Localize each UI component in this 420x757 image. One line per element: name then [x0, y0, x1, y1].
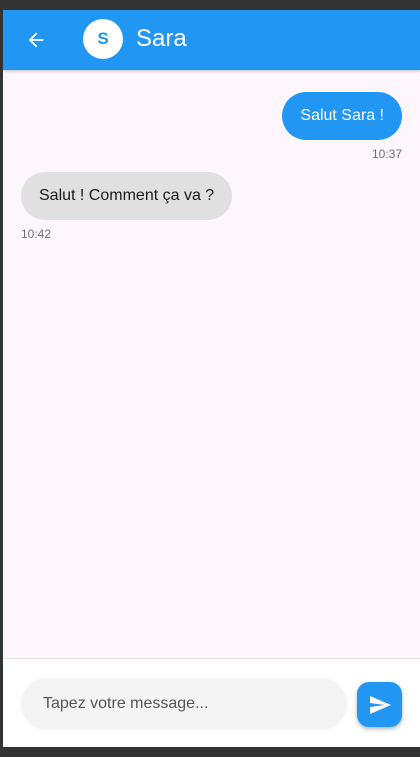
- send-icon: [369, 695, 391, 714]
- message-timestamp: 10:37: [371, 147, 402, 161]
- back-button[interactable]: [20, 24, 52, 56]
- chat-screen: S Sara Salut Sara ! 10:37 Salut ! Commen…: [3, 10, 420, 747]
- outgoing-message-bubble[interactable]: Salut Sara !: [282, 92, 402, 140]
- send-button[interactable]: [357, 682, 402, 727]
- message-input[interactable]: [21, 678, 347, 730]
- message-text: Salut Sara !: [300, 107, 384, 124]
- app-bar: S Sara: [3, 10, 420, 70]
- message-timestamp: 10:42: [21, 227, 52, 241]
- arrow-back-icon: [28, 32, 44, 48]
- message-text: Salut ! Comment ça va ?: [39, 187, 215, 204]
- incoming-message-bubble[interactable]: Salut ! Comment ça va ?: [21, 172, 233, 220]
- contact-avatar[interactable]: S: [83, 19, 123, 59]
- contact-name: Sara: [136, 25, 187, 52]
- message-composer: [3, 658, 420, 747]
- avatar-initial: S: [97, 29, 109, 48]
